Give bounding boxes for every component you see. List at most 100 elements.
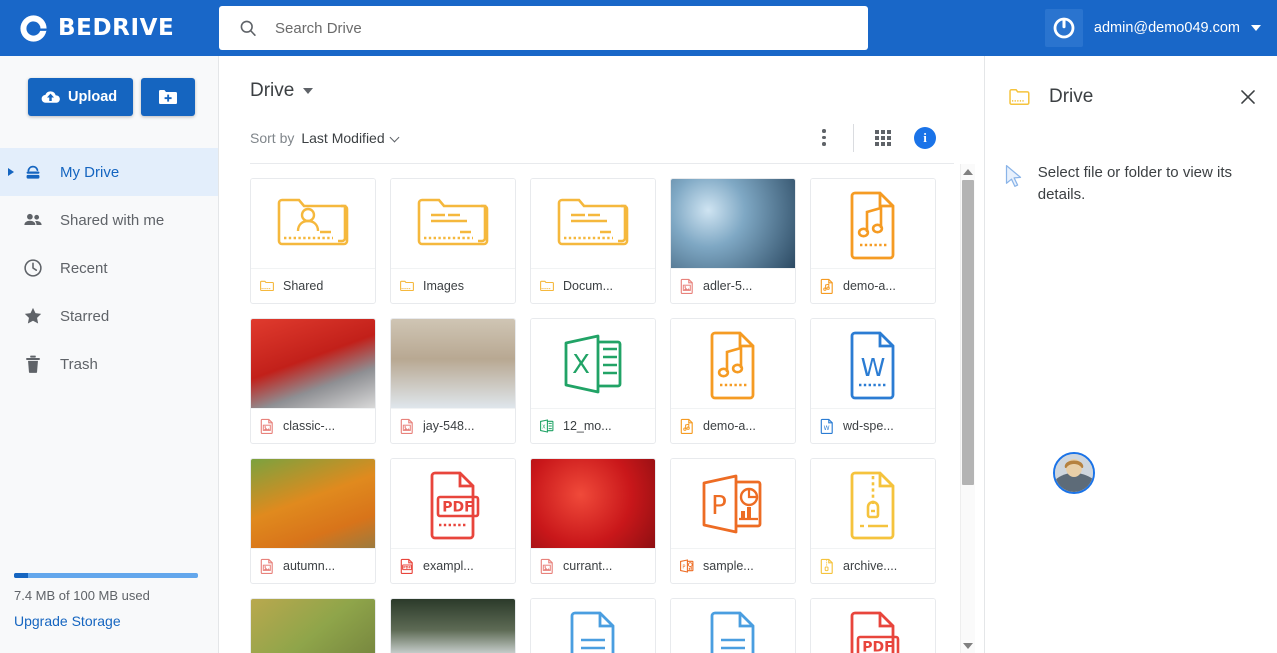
storage-usage-text: 7.4 MB of 100 MB used: [14, 588, 150, 603]
detail-panel-body: Select file or folder to view its detail…: [985, 110, 1277, 206]
file-card[interactable]: demo-a...: [670, 318, 796, 444]
scrollbar-thumb[interactable]: [962, 180, 974, 485]
file-name: sample...: [703, 559, 754, 573]
people-icon: [22, 209, 44, 231]
scroll-down-arrow-icon[interactable]: [961, 638, 975, 653]
file-card[interactable]: classic-...: [250, 318, 376, 444]
file-card[interactable]: PDF PDF exampl...: [390, 458, 516, 584]
audio-file-icon: [679, 418, 695, 435]
folder-plus-icon: [159, 90, 178, 104]
file-name: Images: [423, 279, 464, 293]
chevron-down-icon: [303, 88, 314, 94]
file-thumbnail: [811, 179, 935, 268]
file-thumbnail: PDF: [811, 599, 935, 653]
toolbar-actions: i: [807, 121, 936, 155]
sidebar-item-shared-with-me[interactable]: Shared with me: [0, 196, 218, 244]
file-card-footer: Images: [391, 268, 515, 303]
mouse-cursor-icon: [1005, 165, 1022, 187]
upgrade-storage-link[interactable]: Upgrade Storage: [14, 613, 121, 629]
svg-text:X: X: [572, 350, 590, 380]
file-card[interactable]: autumn...: [250, 458, 376, 584]
file-card[interactable]: Images: [390, 178, 516, 304]
file-thumbnail: X: [531, 319, 655, 408]
expand-arrow-icon[interactable]: [8, 168, 14, 176]
cloud-drive-icon: [22, 161, 44, 183]
file-card[interactable]: P P sample...: [670, 458, 796, 584]
sidebar-item-recent[interactable]: Recent: [0, 244, 218, 292]
new-folder-button[interactable]: [141, 78, 196, 116]
sidebar-item-label: My Drive: [60, 163, 120, 181]
file-card[interactable]: PDF PDF: [810, 598, 936, 653]
sidebar-item-my-drive[interactable]: My Drive: [0, 148, 218, 196]
file-name: jay-548...: [423, 419, 475, 433]
chevron-down-icon: [389, 132, 400, 142]
file-thumbnail: [671, 599, 795, 653]
search-input[interactable]: [275, 19, 868, 37]
sidebar-actions: Upload: [0, 56, 218, 116]
file-name: classic-...: [283, 419, 336, 433]
breadcrumb[interactable]: Drive: [219, 56, 984, 102]
grid-view-button[interactable]: [866, 121, 900, 155]
word-file-icon: W: [819, 418, 835, 435]
file-card[interactable]: [530, 598, 656, 653]
file-card[interactable]: adler-5...: [670, 178, 796, 304]
sidebar-item-trash[interactable]: Trash: [0, 340, 218, 388]
sidebar-item-label: Starred: [60, 307, 110, 325]
info-toggle-button[interactable]: i: [914, 126, 936, 149]
app-logo-text: BEDRIVE: [58, 15, 175, 41]
file-card[interactable]: X X 12_mo...: [530, 318, 656, 444]
vertical-scrollbar[interactable]: [960, 164, 975, 653]
file-card-footer: classic-...: [251, 408, 375, 443]
file-card[interactable]: Docum...: [530, 178, 656, 304]
file-card[interactable]: [670, 598, 796, 653]
file-card[interactable]: [390, 598, 516, 653]
file-card[interactable]: [250, 598, 376, 653]
file-card[interactable]: demo-a...: [810, 178, 936, 304]
sort-by-dropdown[interactable]: Last Modified: [301, 130, 400, 146]
image-file-icon: [259, 558, 275, 575]
toolbar-divider: [853, 123, 854, 152]
file-grid-scroll-area: Shared Images Docum... adler-5... demo-a…: [219, 164, 984, 653]
account-menu[interactable]: admin@demo049.com: [1044, 9, 1261, 47]
image-file-icon: [539, 558, 555, 575]
scroll-up-arrow-icon[interactable]: [961, 164, 975, 179]
file-card[interactable]: archive....: [810, 458, 936, 584]
file-card[interactable]: W Wwd-spe...: [810, 318, 936, 444]
trash-icon: [22, 353, 44, 375]
sidebar-item-starred[interactable]: Starred: [0, 292, 218, 340]
file-card[interactable]: currant...: [530, 458, 656, 584]
storage-section: 7.4 MB of 100 MB used Upgrade Storage: [0, 573, 218, 631]
sidebar: Upload My Drive Shared with me Recent St…: [0, 56, 219, 653]
file-card-footer: jay-548...: [391, 408, 515, 443]
file-thumbnail: PDF: [391, 459, 515, 548]
file-card-footer: demo-a...: [811, 268, 935, 303]
search-bar[interactable]: [219, 6, 868, 50]
app-logo[interactable]: BEDRIVE: [0, 13, 200, 44]
storage-progress-track: [14, 573, 198, 578]
file-thumbnail: [671, 179, 795, 268]
file-name: demo-a...: [703, 419, 756, 433]
file-grid: Shared Images Docum... adler-5... demo-a…: [250, 178, 984, 653]
image-file-icon: [259, 418, 275, 435]
file-card-footer: adler-5...: [671, 268, 795, 303]
file-card-footer: P sample...: [671, 548, 795, 583]
image-file-icon: [399, 418, 415, 435]
svg-text:W: W: [824, 425, 830, 432]
top-bar: BEDRIVE admin@demo049.com: [0, 0, 1277, 56]
file-card[interactable]: jay-548...: [390, 318, 516, 444]
file-thumbnail: [251, 319, 375, 408]
upload-button[interactable]: Upload: [28, 78, 134, 116]
more-options-button[interactable]: [807, 121, 841, 155]
svg-text:PDF: PDF: [862, 639, 893, 653]
powerpoint-file-icon: P: [679, 558, 695, 574]
file-card-footer: autumn...: [251, 548, 375, 583]
folder-file-icon: [259, 278, 275, 294]
collaborator-avatar[interactable]: [1053, 452, 1095, 494]
audio-file-icon: [819, 278, 835, 295]
file-thumbnail: [251, 599, 375, 653]
close-icon[interactable]: [1237, 86, 1259, 108]
file-thumbnail: [531, 599, 655, 653]
file-card[interactable]: Shared: [250, 178, 376, 304]
detail-panel-header: Drive: [985, 56, 1277, 110]
excel-file-icon: X: [539, 418, 555, 434]
